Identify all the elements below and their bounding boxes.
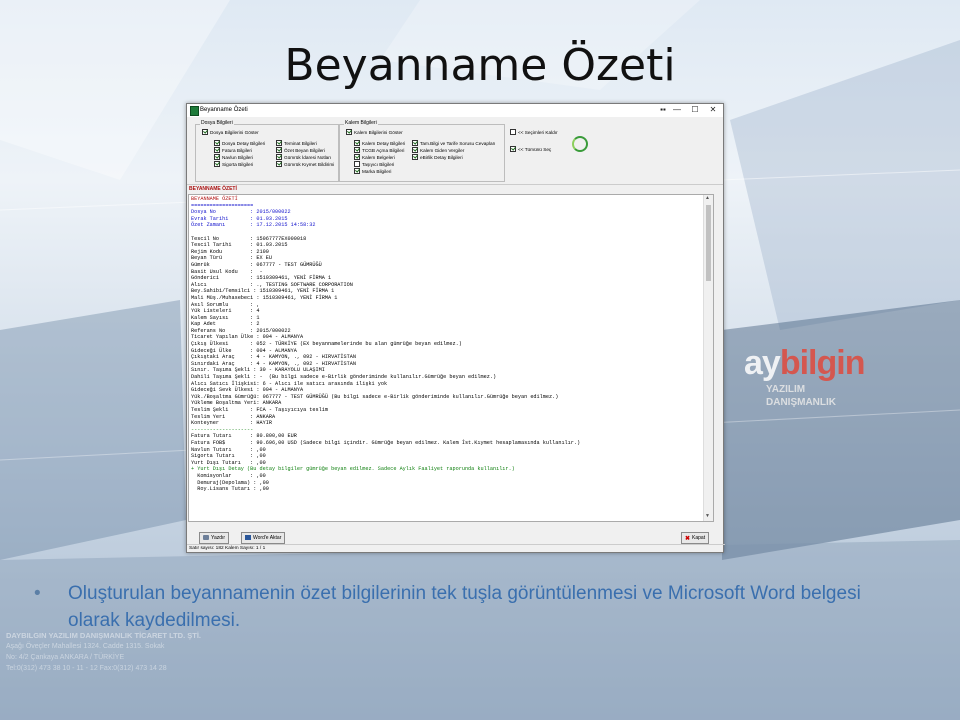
report-lines: BEYANNAME ÖZETİ ==================== Dosya… (191, 196, 580, 493)
checkbox-tcgb-acma[interactable]: TCGB Açma Bilgileri (354, 147, 404, 154)
report-line: Tescil No : 15067777EX000018 (191, 235, 307, 242)
report-line: Mali Müş./Muhasebeci : 1510309461, YENİ … (191, 294, 338, 301)
report-line: Navlun Tutarı : ,00 (191, 446, 266, 453)
checkbox-kalem-detay[interactable]: Kalem Detay Bilgileri (354, 140, 405, 147)
bullet-text: Oluşturulan beyannamenin özet bilgilerin… (68, 583, 861, 631)
app-icon (190, 106, 199, 116)
report-line: + Yurt Dışı Detay (Bu detay bilgiler güm… (191, 466, 515, 473)
secimleri-kaldir-checkbox[interactable]: << Seçimleri Kaldır (510, 129, 558, 136)
report-line: Teslim Şekli : FCA - Taşıyıcıya teslim (191, 407, 328, 413)
report-line: Gideceği Sevk Ülkesi : 004 - ALMANYA (191, 387, 304, 394)
checkbox-giden-vergiler[interactable]: Kalem Giden Vergiler (412, 147, 464, 154)
vertical-scrollbar[interactable]: ▲ ▼ (703, 195, 713, 521)
printer-icon (203, 535, 209, 540)
close-window-button[interactable]: ✕ (705, 105, 721, 115)
company-line: No: 4/2 Çankaya ANKARA / TÜRKİYE (6, 654, 125, 661)
checkbox-sigorta[interactable]: Sigorta Bilgileri (214, 161, 253, 168)
company-logo: aybilgin YAZILIM DANIŞMANLIK (744, 344, 866, 409)
report-line: Roy.Lisans Tutarı : ,00 (191, 486, 269, 493)
kalem-goster-checkbox[interactable]: Kalem Bilgilerini Göster (346, 129, 403, 136)
kalem-bilgileri-group: Kalem Bilgileri Kalem Bilgilerini Göster… (339, 120, 505, 182)
report-line: Demuraj(Depolama) : ,00 (191, 479, 269, 486)
report-line: Dahili Taşıma Şekli : - (Bu bilgi sadece… (191, 374, 497, 381)
checkbox-gumruk-kiymet[interactable]: Gümrük Kıymet Bildirimi (276, 161, 334, 168)
checkbox-kalem-belgeleri[interactable]: Kalem Belgeleri (354, 154, 395, 161)
report-line: Gönderici : 1510309461, YENİ FİRMA 1 (191, 275, 332, 282)
dosya-goster-checkbox[interactable]: Dosya Bilgilerini Göster (202, 129, 259, 136)
report-line: Komisyonlar : ,00 (191, 472, 266, 479)
logo-sub-1: YAZILIM (766, 384, 806, 395)
report-line: Çıkış Ülkesi : 052 - TÜRKİYE (EX beyanna… (191, 341, 462, 348)
scrollbar-thumb[interactable] (706, 205, 711, 281)
panel-title: BEYANNAME ÖZETİ (189, 186, 237, 192)
tumunu-sec-checkbox[interactable]: << Tümünü Seç (510, 146, 551, 153)
minimize-button[interactable]: — (669, 105, 685, 115)
divider (187, 184, 723, 185)
report-line: Asıl Sorumlu : , (191, 301, 260, 308)
refresh-icon[interactable] (572, 136, 588, 152)
report-line: Yükleme Boşaltma Yeri: ANKARA (191, 400, 282, 407)
kapat-button[interactable]: ✖ Kapat (681, 532, 710, 544)
report-line: Beyan Türü : EX EU (191, 255, 272, 262)
bullet-icon: • (34, 583, 41, 604)
yazdir-button[interactable]: Yazdır (199, 532, 230, 544)
company-line: Aşağı Öveçler Mahallesi 1324. Cadde 1315… (6, 643, 165, 650)
report-line: Teslim Yeri : ANKARA (191, 413, 276, 420)
window-titlebar[interactable]: Beyanname Özeti ▪▪ — ☐ ✕ (187, 104, 723, 117)
checkbox-gumruk-idaresi[interactable]: Gümrük İdaresi Notları (276, 154, 331, 161)
logo-sub-2: DANIŞMANLIK (766, 397, 836, 408)
close-icon: ✖ (685, 536, 691, 542)
report-line: -------------------- (191, 426, 254, 433)
checkbox-teminat[interactable]: Teminat Bilgileri (276, 140, 317, 147)
report-line: Özet Zamanı : 17.12.2015 14:58:32 (191, 222, 316, 229)
logo-text-b: bilgin (779, 344, 866, 382)
checkbox-tasiyici[interactable]: Taşıyıcı Bilgileri (354, 161, 394, 168)
scroll-up-icon[interactable]: ▲ (705, 195, 710, 201)
slide-title: Beyanname Özeti (284, 40, 676, 91)
checkbox-ebirlik-detay[interactable]: eBirlik Detay Bilgileri (412, 154, 463, 161)
group-label: Kalem Bilgileri (344, 120, 378, 126)
report-line: Yük Listeleri : 4 (191, 308, 260, 315)
window-title: Beyanname Özeti (200, 107, 248, 113)
scroll-down-icon[interactable]: ▼ (705, 513, 710, 519)
report-line: Fatura Tutarı : 80.800,00 EUR (191, 433, 297, 440)
status-bar: Satır sayısı: 182 Kalem Sayısı: 1 / 1 (187, 544, 725, 553)
report-line: Sınır. Taşıma Şekli : 30 - KARAYOLU ULAŞ… (191, 367, 325, 374)
report-line: Konteyner : HAYIR (191, 420, 272, 427)
report-line (191, 229, 580, 236)
company-footer: DAYBILGIN YAZILIM DANIŞMANLIK TİCARET LT… (6, 630, 201, 674)
maximize-button[interactable]: ☐ (687, 105, 703, 115)
report-line: Çıkıştaki Araç : 4 - KAMYON, ., 092 - HI… (191, 354, 356, 361)
word-aktar-button[interactable]: Word'e Aktar (241, 532, 286, 544)
report-line: Yurt Dışı Tutarı : ,00 (191, 459, 266, 466)
group-label: Dosya Bilgileri (200, 120, 234, 126)
report-text-area[interactable]: BEYANNAME ÖZETİ ==================== Dosya… (188, 194, 714, 522)
report-line: Fatura FOB$ : 90.696,00 USD (Sadece bilg… (191, 439, 581, 446)
report-line: Sınırdaki Araç : 4 - KAMYON, ., 092 - HI… (191, 360, 356, 367)
checkbox-tarife-sorusu[interactable]: Tam.Bilgi ve Tarife Sorusu Cevapları (412, 140, 495, 147)
company-line: Tel:0(312) 473 38 10 - 11 - 12 Fax:0(312… (6, 665, 167, 672)
report-line: Yük./Boşaltma Gümrüğü: 067777 - TEST GÜM… (191, 393, 559, 400)
report-line: ==================== (191, 202, 254, 209)
report-line: Kalem Sayısı : 1 (191, 314, 260, 321)
report-line: BEYANNAME ÖZETİ (191, 196, 238, 202)
report-line: Bey.Sahibi/Temsilci : 1510309461, YENİ F… (191, 288, 335, 295)
checkbox-navlun[interactable]: Navlun Bilgileri (214, 154, 253, 161)
beyanname-ozeti-window: Beyanname Özeti ▪▪ — ☐ ✕ Dosya Bilgileri… (186, 103, 725, 553)
checkbox-ozet-beyan[interactable]: Özet Beyan Bilgileri (276, 147, 325, 154)
logo-text-a: ay (744, 344, 781, 382)
report-line: Kap Adet : 2 (191, 321, 260, 328)
report-line: Sigorta Tutarı : ,00 (191, 453, 266, 460)
checkbox-marka[interactable]: Marka Bilgileri (354, 168, 391, 175)
report-line: Dosya No : 2015/000022 (191, 209, 291, 216)
report-line: Tescil Tarihi : 01.03.2015 (191, 242, 288, 249)
report-line: Gümrük : 067777 - TEST GÜMRÜĞÜ (191, 261, 322, 268)
word-icon (245, 535, 251, 540)
checkbox-dosya-detay[interactable]: Dosya Detay Bilgileri (214, 140, 265, 147)
checkbox-fatura[interactable]: Fatura Bilgileri (214, 147, 252, 154)
report-line: Rejim Kodu : 2100 (191, 248, 269, 255)
dosya-bilgileri-group: Dosya Bilgileri Dosya Bilgilerini Göster… (195, 120, 339, 182)
